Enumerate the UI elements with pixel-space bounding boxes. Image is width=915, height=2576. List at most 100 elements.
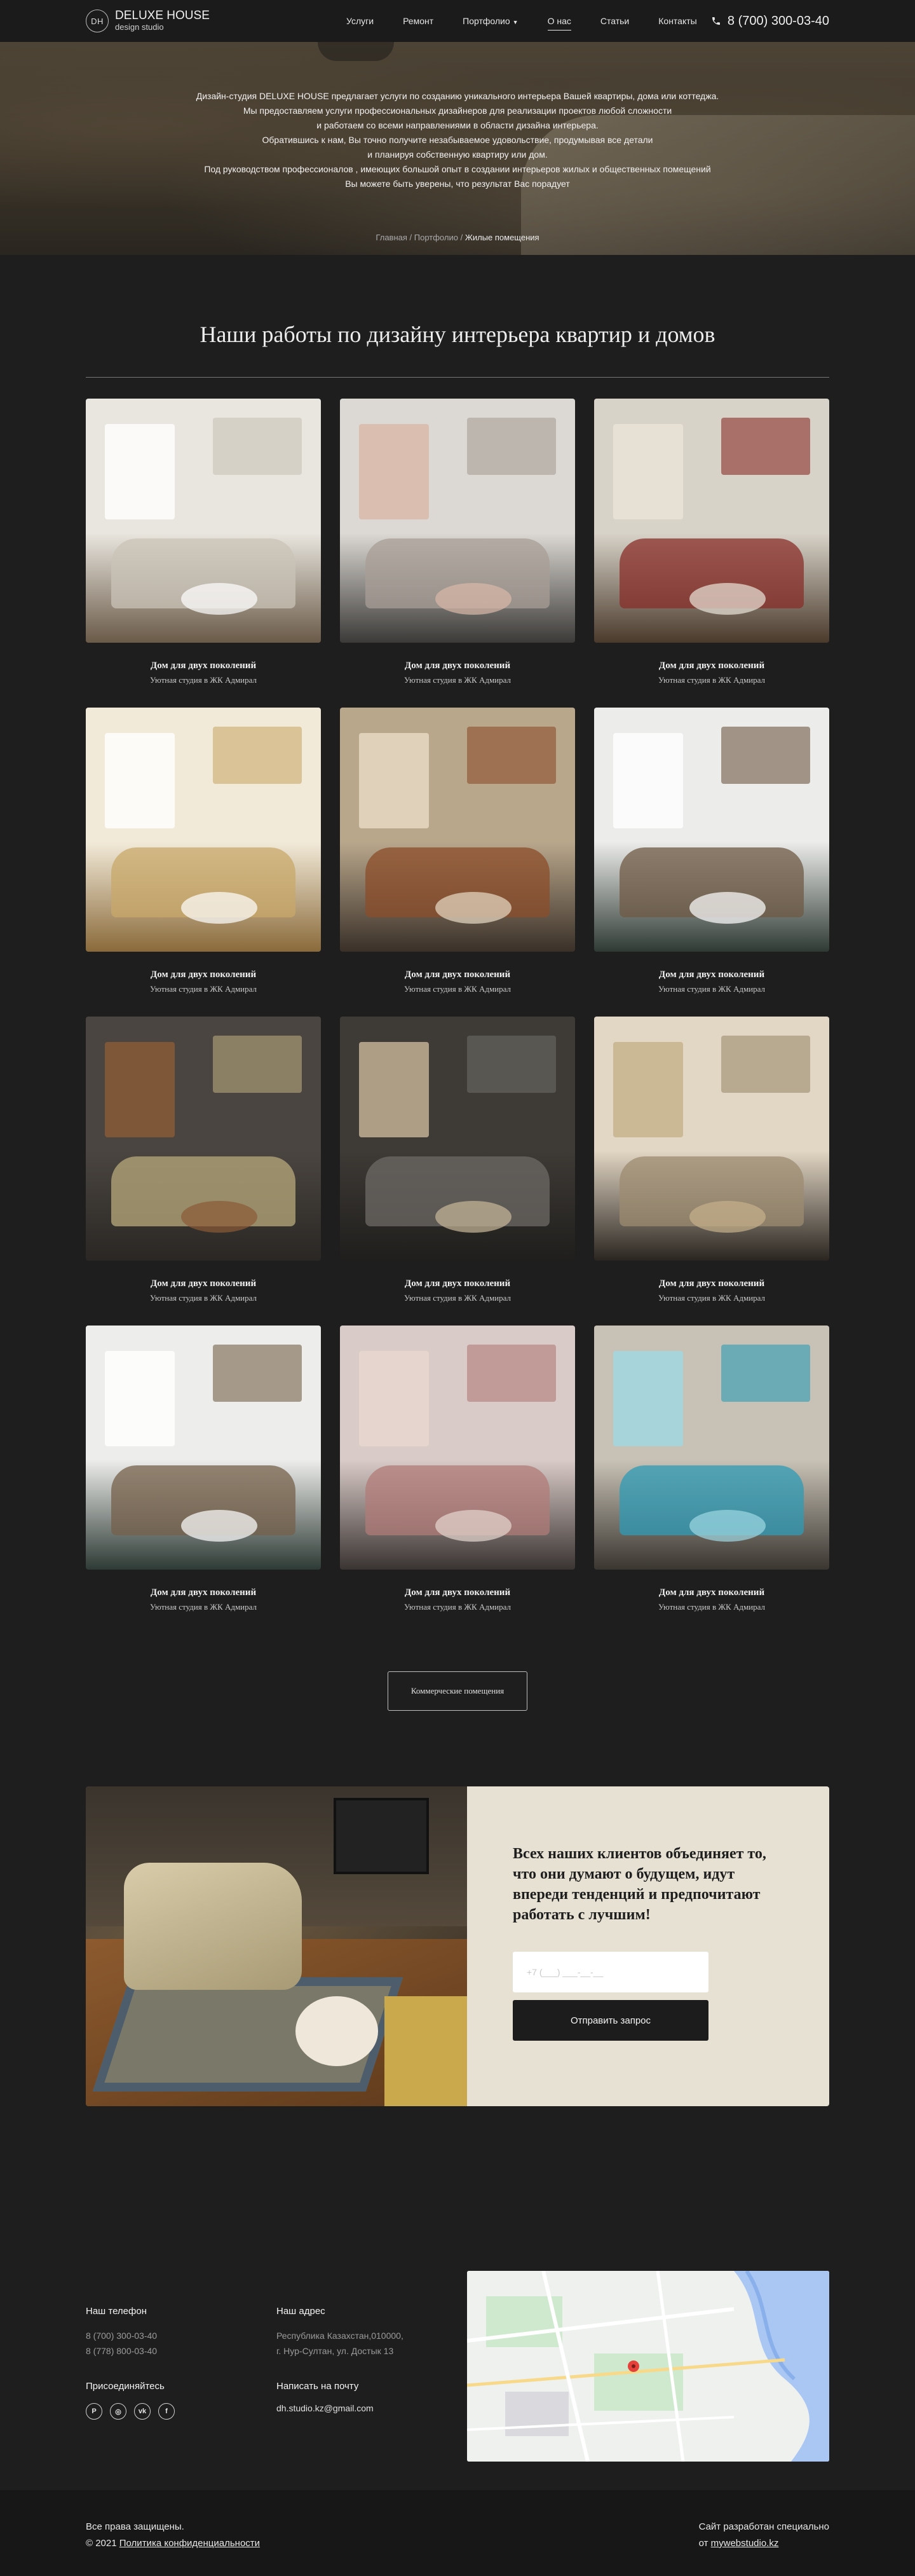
portfolio-photo[interactable] [340,1017,575,1261]
bed [124,1863,302,1990]
portfolio-card[interactable]: Дом для двух поколений Уютная студия в ЖК… [594,708,829,1017]
portfolio-photo[interactable] [340,1326,575,1570]
portfolio-card[interactable]: Дом для двух поколений Уютная студия в ЖК… [340,1326,575,1634]
portfolio-card[interactable]: Дом для двух поколений Уютная студия в ЖК… [86,708,321,1017]
nav-item-contacts[interactable]: Контакты [658,12,696,31]
portfolio-card[interactable]: Дом для двух поколений Уютная студия в ЖК… [86,1326,321,1634]
nav-item-about[interactable]: О нас [547,12,571,31]
portfolio-card-subtitle: Уютная студия в ЖК Адмирал [149,1293,257,1303]
cta-block: Всех наших клиентов объединяет то, что о… [86,1786,829,2106]
portfolio-photo[interactable] [594,708,829,952]
portfolio-photo[interactable] [86,708,321,952]
footer-mail: Написать на почту dh.studio.kz@gmail.com [276,2381,374,2413]
works-grid: Дом для двух поколений Уютная студия в ЖК… [86,399,829,1634]
portfolio-card-subtitle: Уютная студия в ЖК Адмирал [149,675,257,685]
portfolio-card-subtitle: Уютная студия в ЖК Адмирал [403,984,512,994]
cta-bedroom-photo [86,1786,467,2106]
wall-art [334,1798,429,1874]
portfolio-card[interactable]: Дом для двух поколений Уютная студия в ЖК… [594,399,829,708]
portfolio-photo[interactable] [594,1326,829,1570]
portfolio-card-subtitle: Уютная студия в ЖК Адмирал [658,1602,766,1612]
works-title: Наши работы по дизайну интерьера квартир… [200,322,715,347]
location-map[interactable] [467,2271,829,2462]
logo-title: DELUXE HOUSE [115,9,210,23]
portfolio-photo[interactable] [340,708,575,952]
portfolio-card[interactable]: Дом для двух поколений Уютная студия в ЖК… [86,1017,321,1326]
footer-mail-heading: Написать на почту [276,2381,359,2392]
title-divider [86,377,829,378]
hero-lamp-decoration [318,42,394,61]
footer-email[interactable]: dh.studio.kz@gmail.com [276,2403,374,2413]
footer-phone-heading: Наш телефон [86,2306,147,2317]
footer-phone-1[interactable]: 8 (700) 300-03-40 [86,2328,157,2343]
cta-form-panel: Всех наших клиентов объединяет то, что о… [467,1786,829,2106]
portfolio-card-subtitle: Уютная студия в ЖК Адмирал [658,984,766,994]
footer-social-heading: Присоединяйтесь [86,2381,165,2392]
portfolio-card-title: Дом для двух поколений [150,1587,257,1598]
portfolio-card-subtitle: Уютная студия в ЖК Адмирал [403,1293,512,1303]
footer-socials: Присоединяйтесь P ◎ vk f [86,2381,175,2420]
portfolio-card[interactable]: Дом для двух поколений Уютная студия в ЖК… [340,399,575,708]
hero-banner: Дизайн-студия DELUXE HOUSE предлагает ус… [0,42,915,255]
portfolio-card-subtitle: Уютная студия в ЖК Адмирал [149,984,257,994]
vk-icon[interactable]: vk [134,2403,151,2420]
portfolio-card-title: Дом для двух поколений [404,1587,511,1598]
breadcrumb-current: Жилые помещения [464,233,539,242]
portfolio-card-title: Дом для двух поколений [404,969,511,980]
portfolio-card-title: Дом для двух поколений [658,969,765,980]
portfolio-card[interactable]: Дом для двух поколений Уютная студия в ЖК… [594,1326,829,1634]
cta-heading: Всех наших клиентов объединяет то, что о… [513,1846,766,1923]
breadcrumb-home[interactable]: Главная [376,233,407,242]
chevron-down-icon: ▼ [512,18,518,25]
commercial-spaces-button[interactable]: Коммерческие помещения [388,1671,527,1711]
portfolio-photo[interactable] [86,399,321,643]
footer-phones: Наш телефон 8 (700) 300-03-40 8 (778) 80… [86,2306,157,2359]
instagram-icon[interactable]: ◎ [110,2403,126,2420]
privacy-policy-link[interactable]: Политика конфиденциальности [119,2538,260,2549]
portfolio-card-title: Дом для двух поколений [658,661,765,671]
portfolio-card-subtitle: Уютная студия в ЖК Адмирал [149,1602,257,1612]
footer-address: Наш адрес Республика Казахстан,010000, г… [276,2306,403,2359]
side-table [295,1996,378,2066]
portfolio-card[interactable]: Дом для двух поколений Уютная студия в ЖК… [340,1017,575,1326]
portfolio-card-title: Дом для двух поколений [150,969,257,980]
nav-item-services[interactable]: Услуги [346,12,374,31]
portfolio-card-subtitle: Уютная студия в ЖК Адмирал [403,1602,512,1612]
ottoman [384,1996,467,2106]
copyright: © 2021 [86,2538,117,2549]
portfolio-card-title: Дом для двух поколений [150,1278,257,1289]
portfolio-card-subtitle: Уютная студия в ЖК Адмирал [658,675,766,685]
portfolio-card[interactable]: Дом для двух поколений Уютная студия в ЖК… [86,399,321,708]
portfolio-card-title: Дом для двух поколений [658,1587,765,1598]
portfolio-card[interactable]: Дом для двух поколений Уютная студия в ЖК… [594,1017,829,1326]
footer-address-heading: Наш адрес [276,2306,325,2317]
credit-text: Сайт разработан специально [698,2521,829,2532]
main-nav: Услуги Ремонт Портфолио ▼ О нас Статьи Ко… [346,12,697,31]
portfolio-photo[interactable] [86,1326,321,1570]
rights-text: Все права защищены. [86,2521,184,2532]
breadcrumb-portfolio[interactable]: Портфолио [414,233,458,242]
footer-phone-2[interactable]: 8 (778) 800-03-40 [86,2343,157,2359]
portfolio-card-subtitle: Уютная студия в ЖК Адмирал [658,1293,766,1303]
developer-link[interactable]: mywebstudio.kz [711,2538,779,2549]
portfolio-photo[interactable] [340,399,575,643]
send-request-button[interactable]: Отправить запрос [513,2000,708,2041]
facebook-icon[interactable]: f [158,2403,175,2420]
nav-item-renovation[interactable]: Ремонт [403,12,433,31]
portfolio-card-title: Дом для двух поколений [404,1278,511,1289]
pinterest-icon[interactable]: P [86,2403,102,2420]
nav-item-articles[interactable]: Статьи [600,12,629,31]
phone-field[interactable] [513,1952,708,1992]
portfolio-card-title: Дом для двух поколений [404,661,511,671]
header-phone[interactable]: 8 (700) 300-03-40 [711,14,829,29]
portfolio-card[interactable]: Дом для двух поколений Уютная студия в ЖК… [340,708,575,1017]
portfolio-photo[interactable] [594,399,829,643]
portfolio-photo[interactable] [86,1017,321,1261]
logo[interactable]: DH DELUXE HOUSE design studio [86,10,276,32]
portfolio-card-title: Дом для двух поколений [150,661,257,671]
phone-icon [712,17,720,25]
breadcrumb: Главная / Портфолио / Жилые помещения [376,233,539,242]
logo-subtitle: design studio [115,22,164,32]
portfolio-photo[interactable] [594,1017,829,1261]
nav-item-portfolio[interactable]: Портфолио ▼ [463,12,518,31]
